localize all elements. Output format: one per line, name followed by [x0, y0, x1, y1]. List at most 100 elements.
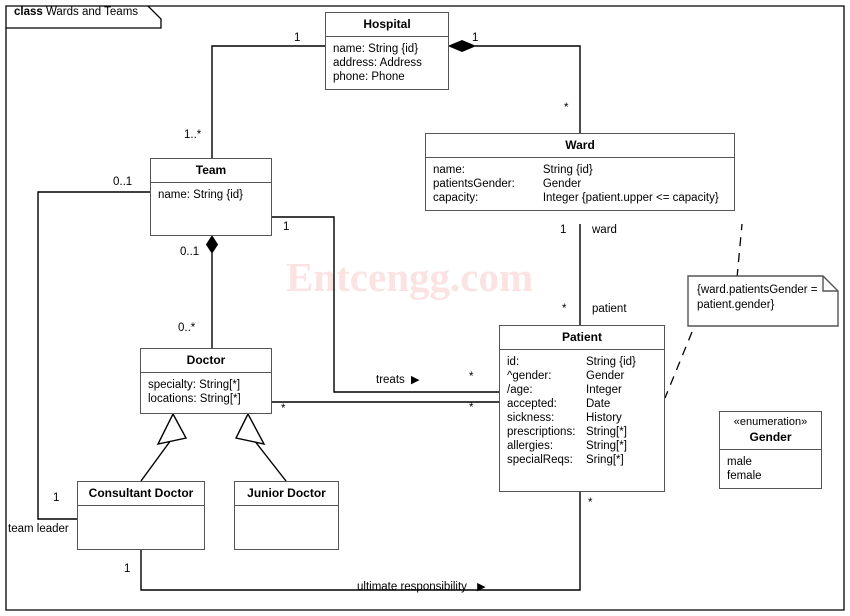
class-doctor[interactable]: Doctor specialty: String[*] locations: S… [140, 348, 272, 414]
attribute-row: allergies: String[*] [507, 439, 636, 453]
constraint-note[interactable]: {ward.patientsGender = patient.gender} [688, 276, 838, 326]
attribute-name: capacity: [433, 192, 479, 204]
assoc-ultimate-responsibility [140, 492, 581, 591]
role-label-patient: patient [592, 303, 627, 315]
attribute-row: accepted: Date [507, 397, 636, 411]
multiplicity-team-leader-end: 0..1 [113, 176, 133, 188]
multiplicity-ward-to-hospital: * [564, 102, 569, 114]
constraint-note-line-2: patient.gender} [697, 298, 775, 311]
attribute-type: Address [379, 57, 422, 69]
assoc-label-treats-text: treats [376, 374, 405, 386]
multiplicity-consultant-end: 1 [53, 492, 60, 504]
class-hospital-name: Hospital [326, 13, 448, 37]
attribute-name: /age: [507, 384, 533, 396]
stereotype-label: «enumeration» [733, 416, 808, 428]
enum-literal: male [727, 455, 752, 468]
attribute-name: address: [333, 57, 378, 69]
multiplicity-patient-treats: * [469, 402, 474, 414]
enumeration-gender-header: «enumeration» Gender [720, 412, 821, 450]
attribute-type: String {id} [368, 43, 419, 55]
class-hospital[interactable]: Hospital name: String {id} address: Addr… [325, 12, 449, 90]
multiplicity-patient-bottom: * [588, 497, 593, 509]
attribute-row: id: String {id} [507, 355, 636, 369]
attribute-type: Phone [371, 71, 405, 83]
class-team-name: Team [151, 159, 271, 183]
attribute-row: address: Address [333, 56, 441, 70]
attribute-type: String {id} [586, 356, 636, 368]
class-patient-attributes: id: String {id} ^gender: Gender /age: In… [500, 350, 664, 472]
attribute-row: sickness: History [507, 411, 636, 425]
uml-class-diagram: Entcengg.com class Wards and Teams Hospi… [0, 0, 850, 616]
frame-title: Wards and Teams [45, 6, 139, 18]
attribute-row: prescriptions: String[*] [507, 425, 636, 439]
role-label-ward: ward [592, 224, 617, 236]
assoc-team-leader [37, 191, 150, 520]
attribute-type: Integer {patient.upper <= capacity} [542, 192, 719, 204]
attribute-type: Sring[*] [586, 454, 624, 466]
note-anchor-ward [736, 223, 743, 279]
class-doctor-name: Doctor [141, 349, 271, 373]
class-patient[interactable]: Patient id: String {id} ^gender: Gender … [499, 325, 665, 492]
attribute-name: sickness: [507, 412, 555, 424]
attribute-name: patientsGender: [433, 178, 515, 190]
attribute-name: name: [433, 164, 465, 176]
enumeration-gender[interactable]: «enumeration» Gender male female [719, 411, 822, 489]
attribute-type: Integer [586, 384, 622, 396]
multiplicity-hospital-team: 1 [294, 32, 301, 44]
constraint-note-text: {ward.patientsGender = patient.gender} [697, 283, 818, 312]
multiplicity-team-to-hospital: 1..* [184, 129, 202, 141]
frame-label: class Wards and Teams [14, 6, 138, 18]
attribute-row: phone: Phone [333, 70, 441, 84]
generalization-junior-doctor [234, 412, 287, 482]
attribute-name: phone: [333, 71, 369, 83]
attribute-row: name: String {id} [433, 163, 719, 177]
attribute-row: /age: Integer [507, 383, 636, 397]
attribute-row: patientsGender: Gender [433, 177, 719, 191]
class-consultant-doctor[interactable]: Consultant Doctor [77, 481, 205, 550]
class-hospital-attributes: name: String {id} address: Address phone… [326, 37, 448, 89]
class-junior-doctor-name: Junior Doctor [235, 482, 338, 506]
attribute-row: locations: String[*] [148, 393, 241, 405]
attribute-name: accepted: [507, 398, 557, 410]
class-team[interactable]: Team name: String {id} [150, 158, 272, 236]
constraint-note-line-1: {ward.patientsGender = [697, 284, 818, 296]
multiplicity-ward-patient-ward: 1 [560, 224, 567, 236]
attribute-type: String[*] [586, 440, 627, 452]
enum-literal: female [727, 469, 762, 482]
class-doctor-attributes: specialty: String[*] locations: String[*… [141, 373, 271, 411]
multiplicity-ward-patient-patient: * [562, 303, 567, 315]
multiplicity-doctor-patient-right: * [281, 403, 286, 415]
multiplicity-doctor-team: 0..* [178, 322, 196, 334]
class-ward-attributes: name: String {id} patientsGender: Gender… [426, 158, 734, 210]
multiplicity-consultant-bottom: 1 [124, 563, 131, 575]
class-team-attributes: name: String {id} [151, 183, 271, 207]
attribute-type: String[*] [586, 426, 627, 438]
assoc-treats [272, 216, 499, 393]
attribute-name: name: [333, 43, 365, 55]
attribute-type: Gender [542, 178, 582, 190]
attribute-row: name: String {id} [158, 189, 244, 201]
attribute-name: ^gender: [507, 370, 552, 382]
class-junior-doctor[interactable]: Junior Doctor [234, 481, 339, 550]
attribute-row: ^gender: Gender [507, 369, 636, 383]
attribute-type: Gender [586, 370, 625, 382]
class-patient-name: Patient [500, 326, 664, 350]
attribute-name: prescriptions: [507, 426, 576, 438]
assoc-hospital-ward [447, 39, 581, 133]
attribute-row: specialReqs: Sring[*] [507, 453, 636, 467]
attribute-row: specialty: String[*] [148, 379, 241, 391]
direction-arrow-icon: ▶ [477, 581, 486, 593]
class-ward-name: Ward [426, 134, 734, 158]
multiplicity-team-treats: 1 [283, 221, 290, 233]
multiplicity-hospital-ward: 1 [472, 32, 479, 44]
frame-keyword: class [14, 6, 43, 18]
attribute-type: String {id} [542, 164, 593, 176]
role-label-team-leader: team leader [8, 523, 69, 535]
attribute-name: specialReqs: [507, 454, 573, 466]
attribute-type: Date [586, 398, 611, 410]
enumeration-gender-name: Gender [749, 429, 792, 444]
class-ward[interactable]: Ward name: String {id} patientsGender: G… [425, 133, 735, 211]
assoc-label-ultimate-text: ultimate responsibility [357, 581, 467, 593]
attribute-row: capacity: Integer {patient.upper <= capa… [433, 191, 719, 205]
note-anchor-patient [664, 331, 693, 399]
